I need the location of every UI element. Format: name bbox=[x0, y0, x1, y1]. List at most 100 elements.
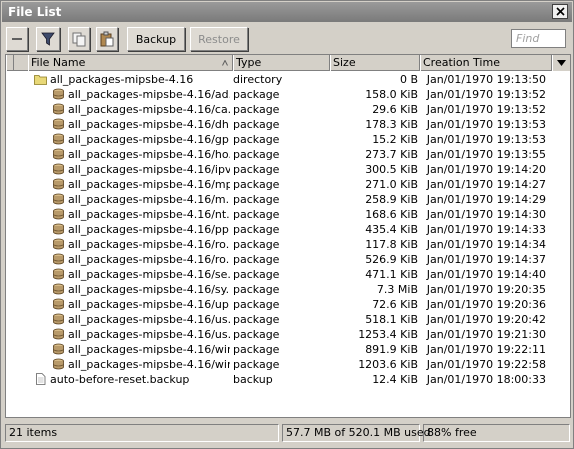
file-name-text: all_packages-mipsbe-4.16/wir... bbox=[68, 343, 230, 356]
cell-type: package bbox=[233, 163, 280, 176]
restore-button[interactable]: Restore bbox=[190, 27, 248, 51]
toolbar: Backup Restore bbox=[2, 23, 572, 55]
table-row[interactable]: all_packages-mipsbe-4.16 directory 0 B Jan/… bbox=[6, 72, 570, 87]
file-table: File Name Type Size Creation Time all_pa… bbox=[5, 54, 571, 418]
table-row[interactable]: all_packages-mipsbe-4.16/ipv... package 30… bbox=[6, 162, 570, 177]
cell-file-name: all_packages-mipsbe-4.16/m... bbox=[6, 192, 230, 207]
cell-type: package bbox=[233, 328, 280, 341]
table-row[interactable]: all_packages-mipsbe-4.16/ad... package 158… bbox=[6, 87, 570, 102]
table-row[interactable]: all_packages-mipsbe-4.16/nt... package 168… bbox=[6, 207, 570, 222]
filter-button[interactable] bbox=[36, 27, 60, 51]
cell-creation-time: Jan/01/1970 19:13:55 bbox=[426, 148, 546, 161]
table-row[interactable]: all_packages-mipsbe-4.16/se... package 471… bbox=[6, 267, 570, 282]
table-row[interactable]: all_packages-mipsbe-4.16/sy... package 7.3… bbox=[6, 282, 570, 297]
cell-file-name: all_packages-mipsbe-4.16/dh... bbox=[6, 117, 230, 132]
table-row[interactable]: all_packages-mipsbe-4.16/ho... package 273… bbox=[6, 147, 570, 162]
file-name-text: all_packages-mipsbe-4.16 bbox=[50, 73, 194, 86]
column-header-size[interactable]: Size bbox=[330, 55, 420, 71]
table-row[interactable]: all_packages-mipsbe-4.16/ro... package 117… bbox=[6, 237, 570, 252]
column-header-file-name[interactable]: File Name bbox=[28, 55, 233, 71]
table-row[interactable]: all_packages-mipsbe-4.16/ro... package 526… bbox=[6, 252, 570, 267]
cell-file-name: all_packages-mipsbe-4.16/ca... bbox=[6, 102, 230, 117]
package-icon bbox=[53, 88, 64, 100]
cell-size: 12.4 KiB bbox=[372, 373, 418, 386]
package-icon bbox=[53, 268, 64, 280]
column-header-label: Creation Time bbox=[423, 56, 500, 69]
file-name-text: all_packages-mipsbe-4.16/m... bbox=[68, 193, 230, 206]
file-name-text: all_packages-mipsbe-4.16/ad... bbox=[68, 88, 230, 101]
cell-file-name: all_packages-mipsbe-4.16/gp... bbox=[6, 132, 230, 147]
cell-size: 15.2 KiB bbox=[372, 133, 418, 146]
filter-icon bbox=[41, 32, 55, 46]
column-header-creation-time[interactable]: Creation Time bbox=[420, 55, 552, 71]
file-name-text: all_packages-mipsbe-4.16/pp... bbox=[68, 223, 230, 236]
cell-type: package bbox=[233, 223, 280, 236]
minus-icon bbox=[12, 38, 22, 40]
table-row[interactable]: auto-before-reset.backup backup 12.4 KiB Ja… bbox=[6, 372, 570, 387]
cell-size: 518.1 KiB bbox=[365, 313, 418, 326]
table-row[interactable]: all_packages-mipsbe-4.16/gp... package 15.… bbox=[6, 132, 570, 147]
paste-button[interactable] bbox=[96, 27, 118, 51]
table-row[interactable]: all_packages-mipsbe-4.16/mp... package 271… bbox=[6, 177, 570, 192]
file-name-text: all_packages-mipsbe-4.16/sy... bbox=[68, 283, 230, 296]
file-name-text: all_packages-mipsbe-4.16/ro... bbox=[68, 238, 230, 251]
cell-creation-time: Jan/01/1970 19:21:30 bbox=[426, 328, 546, 341]
column-header-type[interactable]: Type bbox=[233, 55, 330, 71]
cell-creation-time: Jan/01/1970 19:20:36 bbox=[426, 298, 546, 311]
cell-type: package bbox=[233, 283, 280, 296]
cell-type: package bbox=[233, 238, 280, 251]
cell-creation-time: Jan/01/1970 19:13:52 bbox=[426, 103, 546, 116]
cell-size: 0 B bbox=[399, 73, 418, 86]
cell-file-name: all_packages-mipsbe-4.16/ho... bbox=[6, 147, 230, 162]
cell-type: package bbox=[233, 358, 280, 371]
status-item-count: 21 items bbox=[5, 424, 279, 442]
package-icon bbox=[53, 133, 64, 145]
title-bar[interactable]: File List bbox=[2, 2, 572, 22]
cell-size: 1253.4 KiB bbox=[358, 328, 418, 341]
close-button[interactable] bbox=[552, 4, 568, 19]
column-header-label: File Name bbox=[31, 56, 86, 69]
cell-creation-time: Jan/01/1970 19:20:42 bbox=[426, 313, 546, 326]
header-spacer bbox=[6, 55, 14, 71]
package-icon bbox=[53, 328, 64, 340]
package-icon bbox=[53, 343, 64, 355]
remove-button[interactable] bbox=[6, 27, 28, 51]
table-row[interactable]: all_packages-mipsbe-4.16/us... package 125… bbox=[6, 327, 570, 342]
package-icon bbox=[53, 283, 64, 295]
table-row[interactable]: all_packages-mipsbe-4.16/ca... package 29.… bbox=[6, 102, 570, 117]
table-row[interactable]: all_packages-mipsbe-4.16/up... package 72.… bbox=[6, 297, 570, 312]
cell-file-name: auto-before-reset.backup bbox=[6, 372, 230, 387]
find-input[interactable] bbox=[511, 29, 566, 48]
cell-size: 258.9 KiB bbox=[365, 193, 418, 206]
cell-type: package bbox=[233, 298, 280, 311]
file-icon bbox=[36, 373, 46, 385]
package-icon bbox=[53, 253, 64, 265]
table-row[interactable]: all_packages-mipsbe-4.16/dh... package 178… bbox=[6, 117, 570, 132]
cell-file-name: all_packages-mipsbe-4.16/ro... bbox=[6, 252, 230, 267]
cell-file-name: all_packages-mipsbe-4.16/mp... bbox=[6, 177, 230, 192]
table-row[interactable]: all_packages-mipsbe-4.16/wir... package 89… bbox=[6, 342, 570, 357]
cell-type: package bbox=[233, 178, 280, 191]
copy-button[interactable] bbox=[68, 27, 90, 51]
table-row[interactable]: all_packages-mipsbe-4.16/us... package 518… bbox=[6, 312, 570, 327]
cell-creation-time: Jan/01/1970 18:00:33 bbox=[426, 373, 546, 386]
cell-creation-time: Jan/01/1970 19:22:11 bbox=[426, 343, 546, 356]
table-row[interactable]: all_packages-mipsbe-4.16/wir... package 12… bbox=[6, 357, 570, 372]
column-menu-button[interactable] bbox=[552, 55, 570, 71]
backup-button[interactable]: Backup bbox=[127, 27, 185, 51]
cell-creation-time: Jan/01/1970 19:13:50 bbox=[426, 73, 546, 86]
cell-file-name: all_packages-mipsbe-4.16/se... bbox=[6, 267, 230, 282]
package-icon bbox=[53, 118, 64, 130]
cell-creation-time: Jan/01/1970 19:14:40 bbox=[426, 268, 546, 281]
table-row[interactable]: all_packages-mipsbe-4.16/pp... package 435… bbox=[6, 222, 570, 237]
file-name-text: all_packages-mipsbe-4.16/se... bbox=[68, 268, 230, 281]
cell-type: package bbox=[233, 88, 280, 101]
package-icon bbox=[53, 298, 64, 310]
file-name-text: all_packages-mipsbe-4.16/ho... bbox=[68, 148, 230, 161]
table-row[interactable]: all_packages-mipsbe-4.16/m... package 258.… bbox=[6, 192, 570, 207]
cell-type: package bbox=[233, 118, 280, 131]
file-name-text: all_packages-mipsbe-4.16/up... bbox=[68, 298, 230, 311]
cell-size: 29.6 KiB bbox=[372, 103, 418, 116]
file-name-text: all_packages-mipsbe-4.16/ro... bbox=[68, 253, 230, 266]
package-icon bbox=[53, 148, 64, 160]
